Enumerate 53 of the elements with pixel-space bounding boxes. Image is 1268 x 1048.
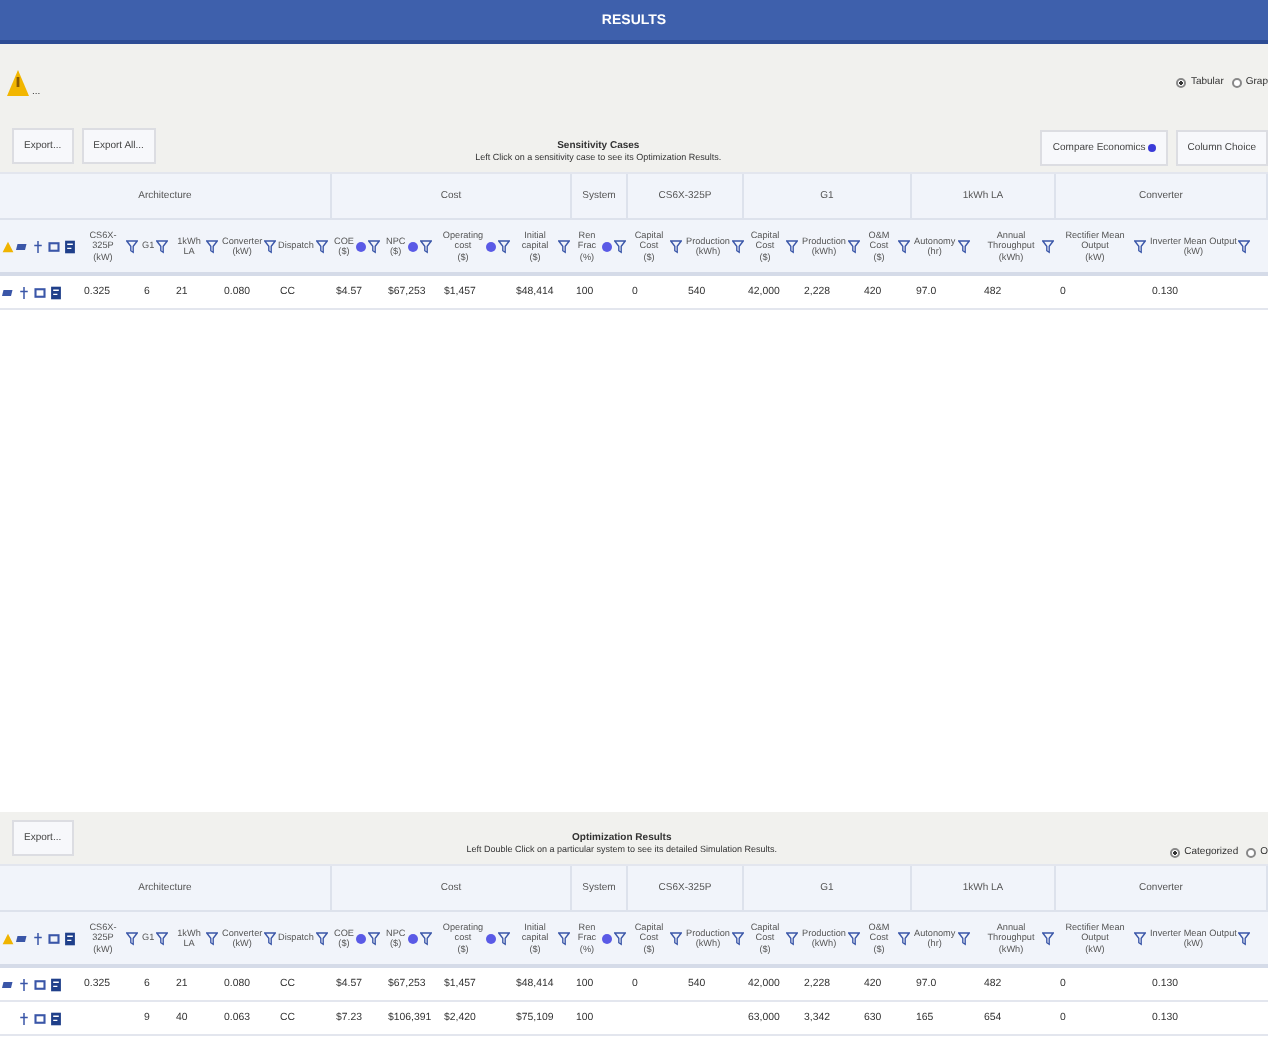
sort-indicator-icon	[407, 933, 418, 943]
filter-icon[interactable]	[614, 239, 626, 253]
filter-icon[interactable]	[898, 931, 910, 945]
filter-icon[interactable]	[315, 239, 328, 253]
filter-icon[interactable]	[367, 239, 380, 253]
filter-icon[interactable]	[126, 239, 138, 253]
filter-icon[interactable]	[156, 239, 169, 253]
sort-indicator-icon	[407, 241, 418, 251]
solar-panel-icon	[2, 977, 14, 991]
filter-icon[interactable]	[264, 931, 276, 945]
sort-indicator-icon	[602, 933, 612, 943]
sort-indicator-icon	[602, 241, 612, 251]
filter-icon[interactable]	[1134, 239, 1146, 253]
filter-icon[interactable]	[614, 931, 626, 945]
filter-icon[interactable]	[264, 239, 276, 253]
filter-icon[interactable]	[558, 239, 570, 253]
filter-icon[interactable]	[670, 239, 682, 253]
filter-icon[interactable]	[898, 239, 910, 253]
filter-icon[interactable]	[126, 931, 138, 945]
filter-icon[interactable]	[1134, 931, 1146, 945]
filter-icon[interactable]	[670, 931, 682, 945]
filter-icon[interactable]	[498, 931, 510, 945]
filter-icon[interactable]	[419, 931, 432, 945]
filter-icon[interactable]	[498, 239, 510, 253]
sort-indicator-icon	[486, 241, 496, 251]
filter-icon[interactable]	[558, 931, 570, 945]
solar-panel-icon	[16, 931, 28, 945]
filter-icon[interactable]	[156, 931, 169, 945]
filter-icon[interactable]	[731, 239, 744, 253]
warning-icon	[6, 67, 30, 97]
filter-icon[interactable]	[786, 931, 798, 945]
warning-icon	[2, 239, 14, 253]
filter-icon[interactable]	[1042, 931, 1054, 945]
filter-icon[interactable]	[1238, 931, 1251, 945]
filter-icon[interactable]	[957, 239, 970, 253]
filter-icon[interactable]	[206, 239, 218, 253]
filter-icon[interactable]	[1238, 239, 1251, 253]
sort-indicator-icon	[486, 933, 496, 943]
sort-indicator-icon	[355, 933, 366, 943]
filter-icon[interactable]	[367, 931, 380, 945]
filter-icon[interactable]	[419, 239, 432, 253]
filter-icon[interactable]	[315, 931, 328, 945]
filter-icon[interactable]	[731, 931, 744, 945]
filter-icon[interactable]	[786, 239, 798, 253]
filter-icon[interactable]	[957, 931, 970, 945]
solar-panel-icon	[2, 285, 14, 299]
filter-icon[interactable]	[206, 931, 218, 945]
sort-indicator-icon	[355, 241, 366, 251]
filter-icon[interactable]	[847, 239, 860, 253]
solar-panel-icon	[16, 239, 28, 253]
filter-icon[interactable]	[1042, 239, 1054, 253]
warning-icon	[2, 931, 14, 945]
filter-icon[interactable]	[847, 931, 860, 945]
